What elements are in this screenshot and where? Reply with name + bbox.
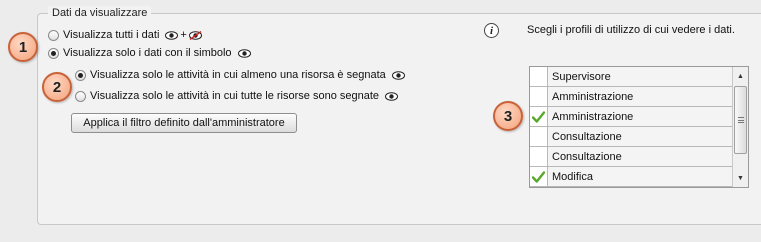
list-item[interactable]: Supervisore <box>530 67 734 87</box>
eye-icon <box>237 48 251 58</box>
info-icon: i <box>484 23 499 38</box>
callout-marker-3: 3 <box>493 101 523 131</box>
checkbox-cell[interactable] <box>530 127 548 146</box>
radio-view-symbol-label: Visualizza solo i dati con il simbolo <box>63 47 232 59</box>
radio-activity-any[interactable] <box>75 69 86 81</box>
scroll-thumb[interactable] <box>734 86 747 154</box>
callout-marker-1: 1 <box>8 32 38 62</box>
checkmark-icon <box>532 170 545 183</box>
radio-view-symbol-row[interactable]: Visualizza solo i dati con il simbolo <box>48 47 251 59</box>
checkbox-cell[interactable] <box>530 107 548 126</box>
profiles-hint: Scegli i profili di utilizzo di cui vede… <box>527 24 735 36</box>
apply-admin-filter-button[interactable]: Applica il filtro definito dall'amminist… <box>71 113 297 133</box>
list-item[interactable]: Amministrazione <box>530 87 734 107</box>
radio-activity-all-row[interactable]: Visualizza solo le attività in cui tutte… <box>75 90 399 102</box>
plus-sign: + <box>180 29 187 41</box>
list-item[interactable]: Amministrazione <box>530 107 734 127</box>
scroll-down-arrow-icon[interactable]: ▼ <box>733 170 748 186</box>
callout-marker-2: 2 <box>42 72 72 102</box>
checkbox-cell[interactable] <box>530 147 548 166</box>
radio-view-symbol[interactable] <box>48 47 59 59</box>
radio-activity-any-row[interactable]: Visualizza solo le attività in cui almen… <box>75 69 405 81</box>
list-item[interactable]: Consultazione <box>530 147 734 167</box>
list-item-label: Amministrazione <box>548 87 734 106</box>
list-item[interactable]: Consultazione <box>530 127 734 147</box>
list-item[interactable]: Modifica <box>530 167 734 187</box>
eye-crossed-icon <box>188 30 202 40</box>
profiles-list[interactable]: Supervisore Amministrazione Amministrazi… <box>529 66 749 188</box>
checkbox-cell[interactable] <box>530 87 548 106</box>
eye-icon <box>385 91 399 101</box>
radio-activity-all-label: Visualizza solo le attività in cui tutte… <box>90 90 380 102</box>
list-item-label: Modifica <box>548 167 734 186</box>
radio-view-all-row[interactable]: Visualizza tutti i dati + <box>48 29 202 41</box>
group-legend: Dati da visualizzare <box>48 6 152 20</box>
eye-icon <box>391 70 405 80</box>
list-item-label: Amministrazione <box>548 107 734 126</box>
radio-view-all[interactable] <box>48 29 59 41</box>
checkbox-cell[interactable] <box>530 167 548 186</box>
list-scrollbar[interactable]: ▲ ▼ <box>732 67 748 187</box>
list-item-label: Consultazione <box>548 147 734 166</box>
checkbox-cell[interactable] <box>530 67 548 86</box>
eye-icon <box>165 30 179 40</box>
radio-activity-all[interactable] <box>75 90 86 102</box>
list-item-label: Consultazione <box>548 127 734 146</box>
radio-view-all-label: Visualizza tutti i dati <box>63 29 160 41</box>
checkmark-icon <box>532 110 545 123</box>
grip-icon <box>738 117 744 123</box>
list-item-label: Supervisore <box>548 67 734 86</box>
scroll-up-arrow-icon[interactable]: ▲ <box>733 68 748 84</box>
radio-activity-any-label: Visualizza solo le attività in cui almen… <box>90 69 386 81</box>
